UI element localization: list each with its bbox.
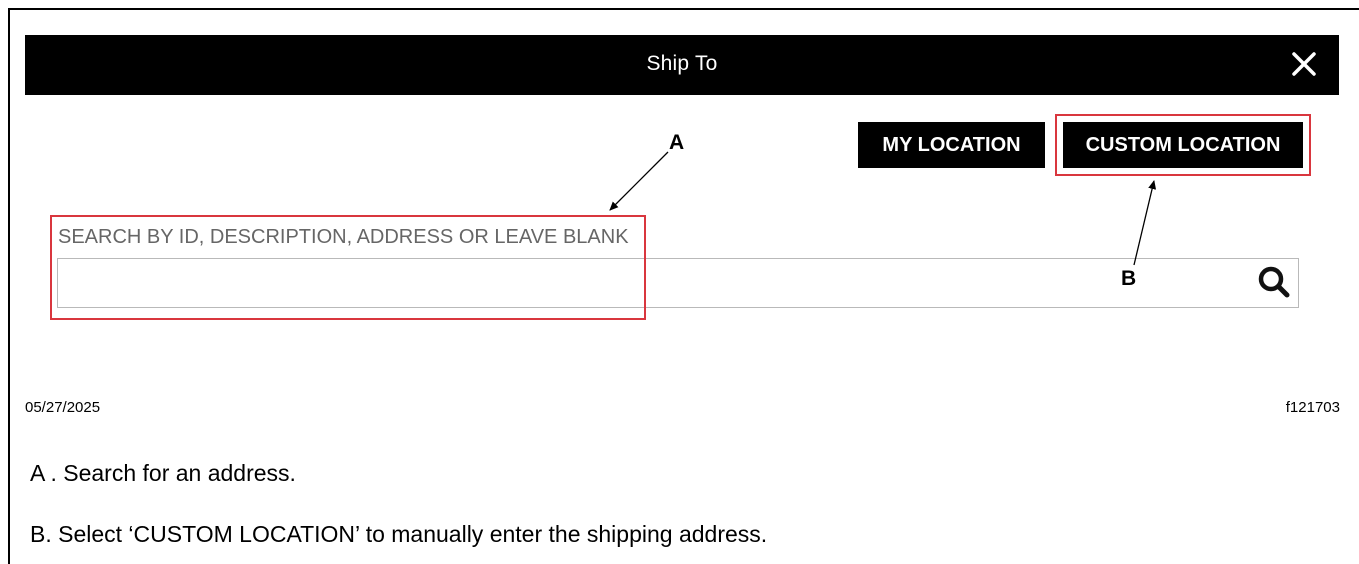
note-a: A . Search for an address.	[30, 460, 296, 486]
close-icon[interactable]	[1287, 47, 1321, 81]
search-icon[interactable]	[1256, 264, 1292, 300]
figure-date: 05/27/2025	[25, 399, 101, 416]
callout-b-highlight	[1055, 114, 1311, 176]
callout-a-label: A	[669, 131, 685, 154]
my-location-button[interactable]: MY LOCATION	[858, 122, 1045, 168]
callout-a-highlight	[50, 215, 646, 320]
dialog-title: Ship To	[646, 52, 718, 75]
dialog-header: Ship To	[25, 35, 1339, 95]
figure-code: f121703	[1285, 399, 1340, 416]
callout-b-label: B	[1121, 267, 1137, 290]
note-b: B. Select ‘CUSTOM LOCATION’ to manually …	[30, 521, 768, 547]
